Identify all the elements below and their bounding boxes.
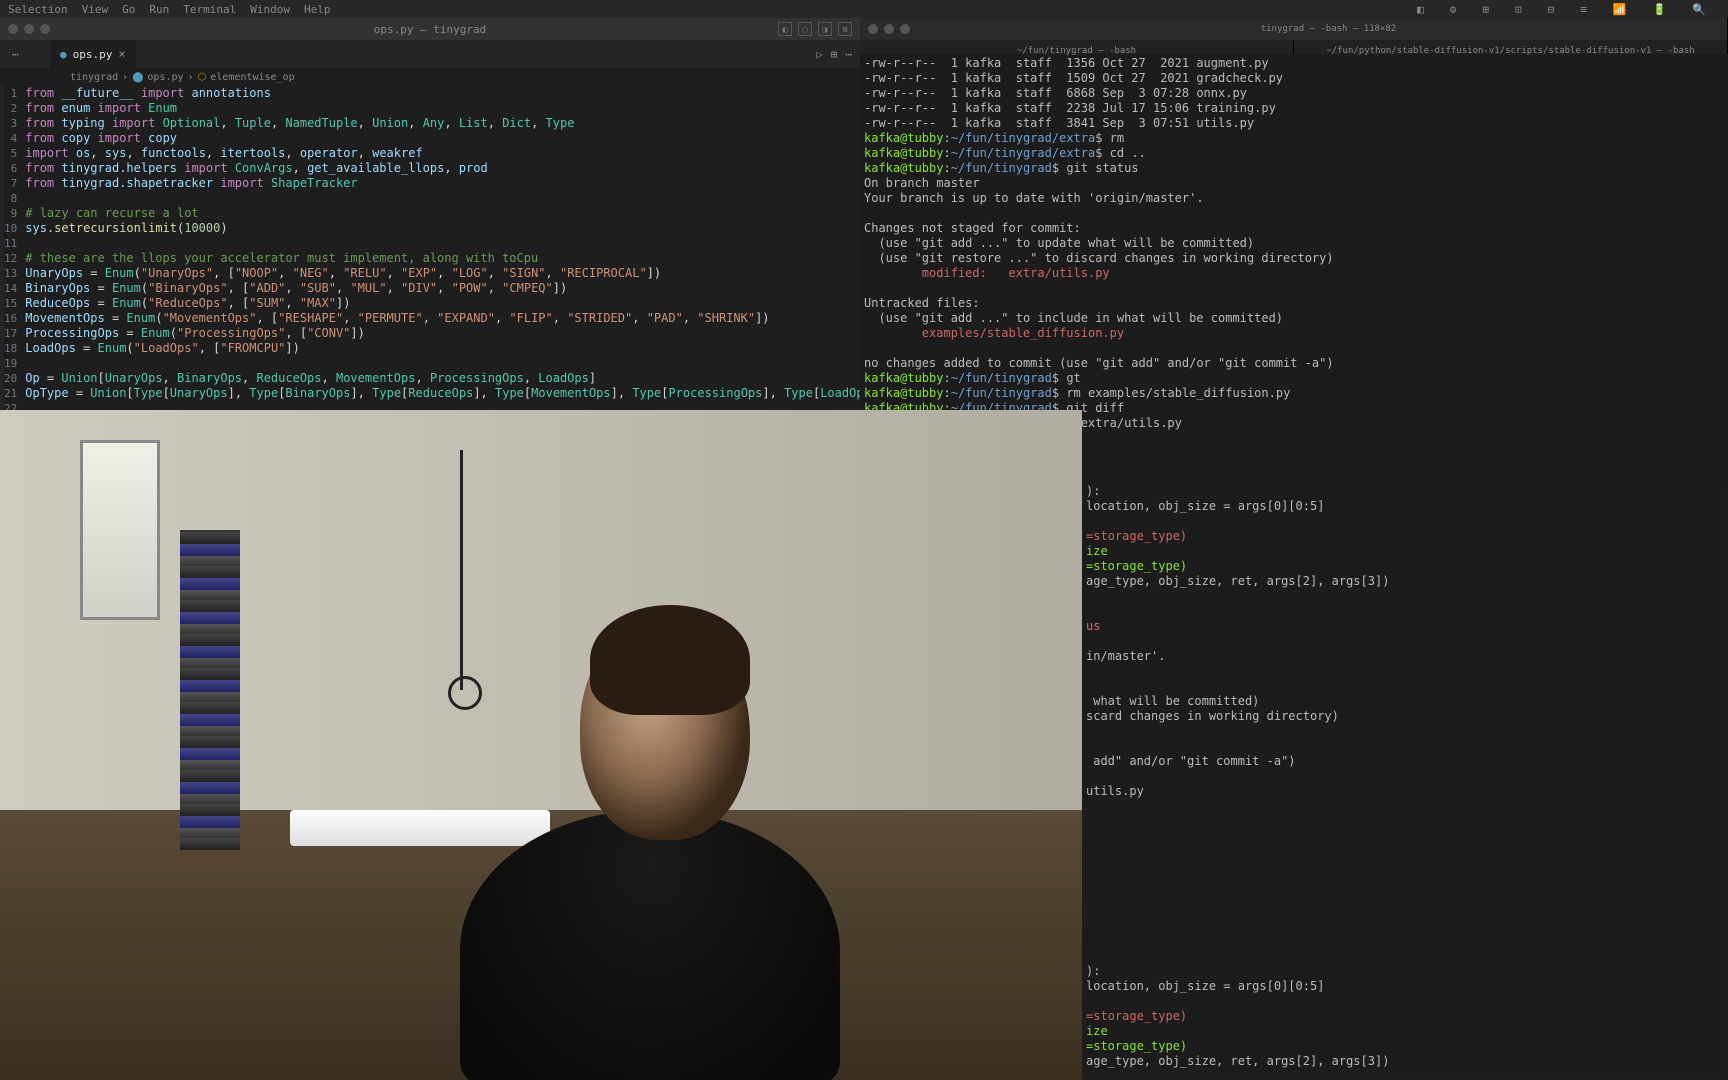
right-terminal-pane[interactable]: ):location, obj_size = args[0][0:5] =sto… [1082, 480, 1726, 1078]
status-icon[interactable]: ⊟ [1548, 3, 1555, 16]
midi-keyboard [290, 810, 550, 846]
room-wall [0, 410, 1082, 830]
macos-menubar[interactable]: Selection View Go Run Terminal Window He… [0, 0, 1728, 18]
editor-actions[interactable]: ▷ ⊞ ⋯ [816, 48, 852, 61]
more-icon[interactable]: ⋯ [845, 48, 852, 61]
min-dot[interactable] [884, 24, 894, 34]
status-icon[interactable]: ◧ [1417, 3, 1424, 16]
tab-ops-py[interactable]: ● ops.py × [50, 40, 136, 68]
crumb-item[interactable]: elementwise_op [210, 72, 294, 83]
menubar-status-icons[interactable]: ◧ ⚙ ⊞ ⊡ ⊟ ≡ 📶 🔋 🔍 [1417, 3, 1720, 16]
microphone-cable [460, 450, 463, 690]
menu-selection[interactable]: Selection [8, 3, 68, 16]
max-dot[interactable] [40, 24, 50, 34]
battery-icon[interactable]: 🔋 [1653, 3, 1667, 16]
menu-help[interactable]: Help [304, 3, 331, 16]
spotlight-icon[interactable]: 🔍 [1692, 3, 1706, 16]
python-file-icon: ● [60, 48, 67, 61]
close-dot[interactable] [868, 24, 878, 34]
book-stack [180, 530, 240, 850]
breadcrumb[interactable]: tinygrad › ⬤ ops.py › ⬡ elementwise_op [0, 68, 860, 86]
max-dot[interactable] [900, 24, 910, 34]
layout-icon[interactable]: ◧ [778, 22, 792, 36]
layout-icons[interactable]: ◧ ▢ ◨ ⊞ [778, 22, 852, 36]
window-title: ops.py — tinygrad [374, 23, 487, 36]
status-icon[interactable]: ≡ [1580, 3, 1587, 16]
crumb-item[interactable]: tinygrad [70, 72, 118, 83]
room-window [80, 440, 160, 620]
term-tab-1[interactable]: tinygrad — -bash — 118×82 [930, 18, 1728, 40]
person-torso [460, 810, 840, 1080]
menu-window[interactable]: Window [250, 3, 290, 16]
menu-run[interactable]: Run [149, 3, 169, 16]
term-tab-3[interactable]: ~/fun/python/stable-diffusion-v1/scripts… [1294, 40, 1728, 54]
run-icon[interactable]: ▷ [816, 48, 823, 61]
webcam-overlay [0, 410, 1082, 1080]
crumb-item[interactable]: ops.py [147, 72, 183, 83]
layout-icon[interactable]: ▢ [798, 22, 812, 36]
min-dot[interactable] [24, 24, 34, 34]
editor-tabs[interactable]: ⋯ ● ops.py × ▷ ⊞ ⋯ [0, 40, 860, 68]
vscode-titlebar[interactable]: ops.py — tinygrad ◧ ▢ ◨ ⊞ [0, 18, 860, 40]
menu-view[interactable]: View [82, 3, 109, 16]
menu-terminal[interactable]: Terminal [183, 3, 236, 16]
menu-go[interactable]: Go [122, 3, 135, 16]
close-dot[interactable] [8, 24, 18, 34]
status-icon[interactable]: ⚙ [1450, 3, 1457, 16]
explorer-more-icon[interactable]: ⋯ [12, 48, 19, 61]
split-icon[interactable]: ⊞ [831, 48, 838, 61]
traffic-lights[interactable] [868, 24, 910, 34]
traffic-lights[interactable] [8, 24, 50, 34]
close-icon[interactable]: × [118, 47, 125, 61]
tab-label: ops.py [73, 48, 113, 61]
terminal-titlebar[interactable]: tinygrad — -bash — 118×82 [860, 18, 1728, 40]
status-icon[interactable]: ⊞ [1482, 3, 1489, 16]
status-icon[interactable]: ⊡ [1515, 3, 1522, 16]
layout-icon[interactable]: ⊞ [838, 22, 852, 36]
wifi-icon[interactable]: 📶 [1613, 3, 1627, 16]
term-tab-2[interactable]: ~/fun/tinygrad — -bash [860, 40, 1294, 54]
layout-icon[interactable]: ◨ [818, 22, 832, 36]
person-hair [590, 605, 750, 715]
